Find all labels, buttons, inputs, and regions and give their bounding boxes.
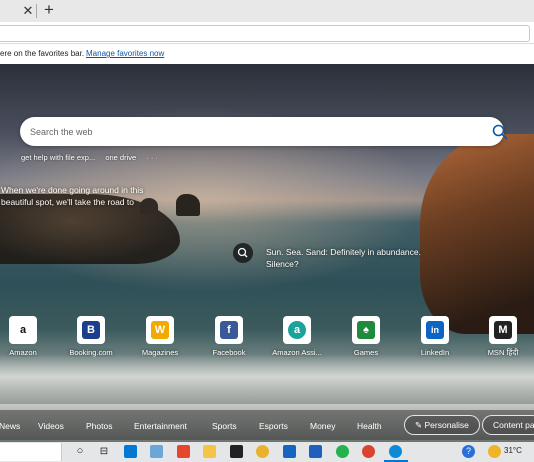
- tile-label: Facebook: [212, 348, 246, 357]
- tile-icon-box: in: [421, 316, 449, 344]
- nav-news[interactable]: News: [0, 421, 20, 431]
- amazon-icon: a: [14, 321, 32, 339]
- personalise-label: Personalise: [424, 420, 469, 430]
- search-suggestions: get help with file exp... one drive · · …: [21, 153, 166, 162]
- whatsapp-icon[interactable]: [336, 445, 349, 458]
- tile-magazines[interactable]: W Magazines: [125, 316, 195, 360]
- power-automate-icon[interactable]: [309, 445, 322, 458]
- tile-icon-box: M: [489, 316, 517, 344]
- magnifier-icon: [237, 247, 248, 258]
- favorites-bar-message: ere on the favorites bar.: [0, 49, 85, 58]
- content-label: Content pa: [493, 420, 534, 430]
- address-bar-area: [0, 22, 534, 44]
- chrome-icon[interactable]: [256, 445, 269, 458]
- tile-amazon[interactable]: a Amazon: [0, 316, 58, 360]
- news-nav-bar: News Videos Photos Entertainment Sports …: [0, 410, 534, 440]
- help-icon[interactable]: ?: [462, 445, 475, 458]
- nav-videos[interactable]: Videos: [38, 421, 64, 431]
- nav-entertainment[interactable]: Entertainment: [134, 421, 187, 431]
- magazines-icon: W: [151, 321, 169, 339]
- tile-games[interactable]: ♠ Games: [331, 316, 401, 360]
- temperature-readout[interactable]: 31°C: [504, 446, 522, 455]
- nav-photos[interactable]: Photos: [86, 421, 112, 431]
- task-view-icon[interactable]: ⊟: [97, 444, 111, 459]
- amazon-assistant-icon: a: [288, 321, 306, 339]
- facebook-icon: f: [220, 321, 238, 339]
- tile-booking[interactable]: B Booking.com: [56, 316, 126, 360]
- tile-icon-box: f: [215, 316, 243, 344]
- tab-strip: ✕ +: [0, 0, 534, 22]
- pencil-icon: ✎: [415, 420, 423, 430]
- suggestion-link[interactable]: get help with file exp...: [21, 153, 95, 162]
- tile-amazon-assistant[interactable]: a Amazon Assi...: [262, 316, 332, 360]
- web-search-box: [20, 117, 508, 146]
- cortana-icon[interactable]: ○: [73, 444, 87, 459]
- spotlight-text[interactable]: Sun. Sea. Sand: Definitely in abundance.…: [266, 246, 446, 270]
- msn-hindi-icon: M: [494, 321, 512, 339]
- nav-esports[interactable]: Esports: [259, 421, 288, 431]
- windows-taskbar: ○ ⊟ ? 31°C: [0, 442, 534, 462]
- image-caption[interactable]: When we're done going around in this bea…: [1, 184, 161, 208]
- store-icon[interactable]: [230, 445, 243, 458]
- nav-health[interactable]: Health: [357, 421, 382, 431]
- right-cliff: [420, 134, 534, 334]
- chrome-alt-icon[interactable]: [362, 445, 375, 458]
- tile-icon-box: W: [146, 316, 174, 344]
- favorites-bar: ere on the favorites bar. Manage favorit…: [0, 44, 534, 64]
- tile-label: Amazon: [9, 348, 37, 357]
- manage-favorites-link[interactable]: Manage favorites now: [86, 49, 164, 58]
- new-tab-button[interactable]: +: [40, 1, 58, 19]
- personalise-button[interactable]: ✎ Personalise: [404, 415, 480, 435]
- search-icon[interactable]: [492, 124, 508, 140]
- tile-label: Booking.com: [69, 348, 113, 357]
- content-page-button[interactable]: Content pa: [482, 415, 534, 435]
- nav-money[interactable]: Money: [310, 421, 336, 431]
- tile-msn-hindi[interactable]: M MSN हिंदी: [468, 316, 534, 360]
- games-icon: ♠: [357, 321, 375, 339]
- tile-linkedin[interactable]: in LinkedIn: [400, 316, 470, 360]
- notepad-icon[interactable]: [150, 445, 163, 458]
- tile-label: Magazines: [141, 348, 179, 357]
- tile-facebook[interactable]: f Facebook: [194, 316, 264, 360]
- address-field[interactable]: [0, 25, 530, 42]
- tile-label: Amazon Assi...: [272, 348, 322, 357]
- sea-rock: [176, 194, 200, 216]
- close-tab-icon[interactable]: ✕: [20, 3, 36, 19]
- tile-label: Games: [353, 348, 379, 357]
- tile-icon-box: ♠: [352, 316, 380, 344]
- tile-icon-box: B: [77, 316, 105, 344]
- wave-foam: [0, 354, 534, 404]
- tile-icon-box: a: [9, 316, 37, 344]
- spotlight-search-icon[interactable]: [233, 243, 253, 263]
- mail-icon[interactable]: [124, 445, 137, 458]
- tile-label: LinkedIn: [420, 348, 450, 357]
- weather-icon[interactable]: [488, 445, 501, 458]
- tile-label: MSN हिंदी: [487, 348, 519, 357]
- booking-icon: B: [82, 321, 100, 339]
- tile-icon-box: a: [283, 316, 311, 344]
- linkedin-icon: in: [426, 321, 444, 339]
- tab-divider: [36, 4, 37, 18]
- file-explorer-icon[interactable]: [203, 445, 216, 458]
- taskbar-search-box[interactable]: [0, 443, 62, 461]
- dropbox-icon[interactable]: [283, 445, 296, 458]
- search-input[interactable]: [30, 124, 460, 139]
- edge-icon[interactable]: [389, 445, 402, 458]
- office-icon[interactable]: [177, 445, 190, 458]
- more-suggestions-icon[interactable]: · · ·: [146, 153, 158, 162]
- suggestion-link[interactable]: one drive: [105, 153, 136, 162]
- nav-sports[interactable]: Sports: [212, 421, 237, 431]
